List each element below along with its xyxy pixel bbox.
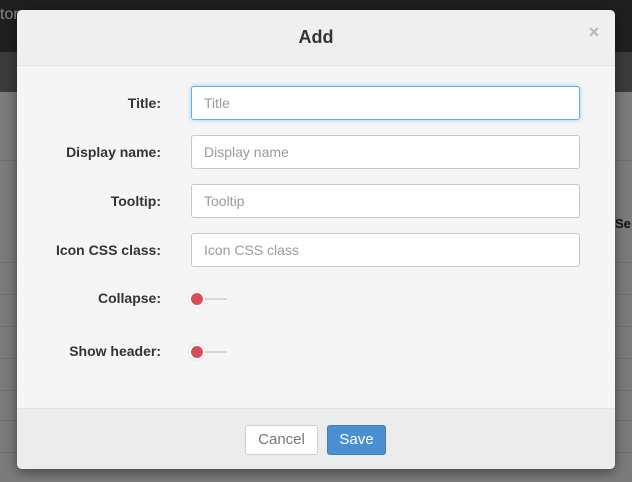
background-column-header: Se — [615, 216, 631, 231]
show-header-label: Show header: — [69, 343, 161, 359]
icon-css-class-input[interactable] — [191, 233, 580, 267]
cancel-button[interactable]: Cancel — [245, 425, 318, 455]
toggle-knob — [189, 291, 205, 307]
title-input[interactable] — [191, 86, 580, 120]
display-name-label: Display name: — [66, 144, 161, 160]
tooltip-input[interactable] — [191, 184, 580, 218]
dialog-footer: Cancel Save — [17, 408, 615, 469]
icon-css-class-label: Icon CSS class: — [55, 242, 161, 258]
tooltip-label: Tooltip: — [110, 193, 161, 209]
add-dialog: Add × Title: Display name: Tooltip: Icon… — [17, 10, 615, 469]
dialog-header: Add × — [17, 10, 615, 66]
toggle-knob — [189, 344, 205, 360]
background-navbar-text: tor — [0, 6, 19, 23]
close-icon[interactable]: × — [586, 22, 602, 42]
show-header-toggle[interactable] — [189, 344, 229, 360]
collapse-toggle[interactable] — [189, 291, 229, 307]
collapse-label: Collapse: — [97, 290, 161, 306]
dialog-title: Add — [298, 27, 334, 47]
save-button[interactable]: Save — [327, 425, 386, 455]
display-name-input[interactable] — [191, 135, 580, 169]
title-label: Title: — [127, 95, 161, 111]
